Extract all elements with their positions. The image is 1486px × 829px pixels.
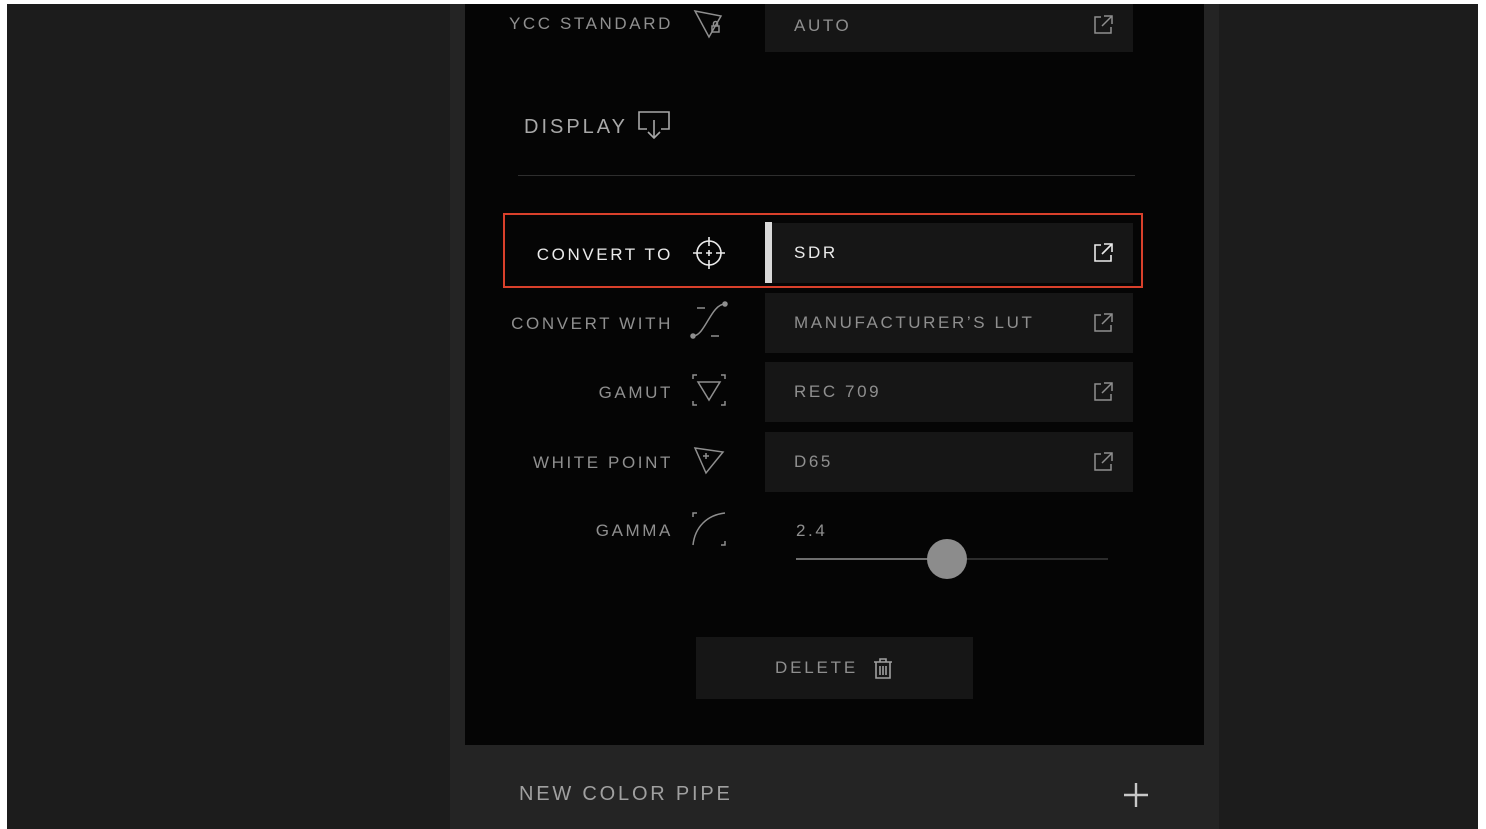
ycc-standard-value: AUTO [794, 16, 852, 35]
app-screen: YCC STANDARD AUTO DISPLAY CONVERT TO SDR… [7, 4, 1478, 829]
ycc-standard-field[interactable]: AUTO [765, 4, 1133, 52]
gamut-value: REC 709 [794, 382, 882, 401]
new-color-pipe-label: NEW COLOR PIPE [519, 783, 733, 805]
external-link-icon[interactable] [1091, 311, 1115, 335]
section-title-display: DISPLAY [524, 116, 628, 138]
convert-with-value: MANUFACTURER’S LUT [794, 313, 1035, 332]
gamma-value: 2.4 [796, 521, 828, 540]
crosshair-target-icon [689, 233, 729, 273]
gamut-field[interactable]: REC 709 [765, 362, 1133, 422]
convert-to-label: CONVERT TO [536, 245, 673, 264]
display-output-icon [634, 105, 674, 145]
gamma-label: GAMMA [595, 521, 673, 540]
white-point-label: WHITE POINT [532, 453, 673, 472]
new-color-pipe-row[interactable]: NEW COLOR PIPE [450, 745, 1219, 829]
delete-button-label: DELETE [775, 658, 858, 677]
white-point-triangle-icon [689, 440, 729, 480]
convert-to-field[interactable]: SDR [772, 223, 1133, 283]
plus-icon[interactable] [1121, 780, 1151, 810]
curve-bezier-icon [689, 300, 729, 340]
gamma-curve-icon [689, 509, 729, 549]
gamut-triangle-icon [689, 370, 729, 410]
gamma-slider[interactable] [796, 539, 1108, 579]
ycc-standard-label: YCC STANDARD [508, 14, 673, 33]
section-divider [518, 175, 1135, 176]
convert-with-label: CONVERT WITH [511, 314, 673, 333]
external-link-icon[interactable] [1091, 450, 1115, 474]
white-point-value: D65 [794, 452, 833, 471]
convert-to-value: SDR [794, 243, 838, 262]
gamma-slider-fill [796, 558, 948, 560]
convert-with-field[interactable]: MANUFACTURER’S LUT [765, 293, 1133, 353]
gamut-lock-icon [689, 4, 729, 44]
trash-icon [872, 656, 894, 680]
selected-row-indicator [765, 222, 772, 283]
gamut-label: GAMUT [598, 383, 673, 402]
external-link-icon[interactable] [1091, 380, 1115, 404]
external-link-icon[interactable] [1091, 241, 1115, 265]
external-link-icon[interactable] [1091, 13, 1115, 37]
delete-button[interactable]: DELETE [696, 637, 973, 699]
white-point-field[interactable]: D65 [765, 432, 1133, 492]
